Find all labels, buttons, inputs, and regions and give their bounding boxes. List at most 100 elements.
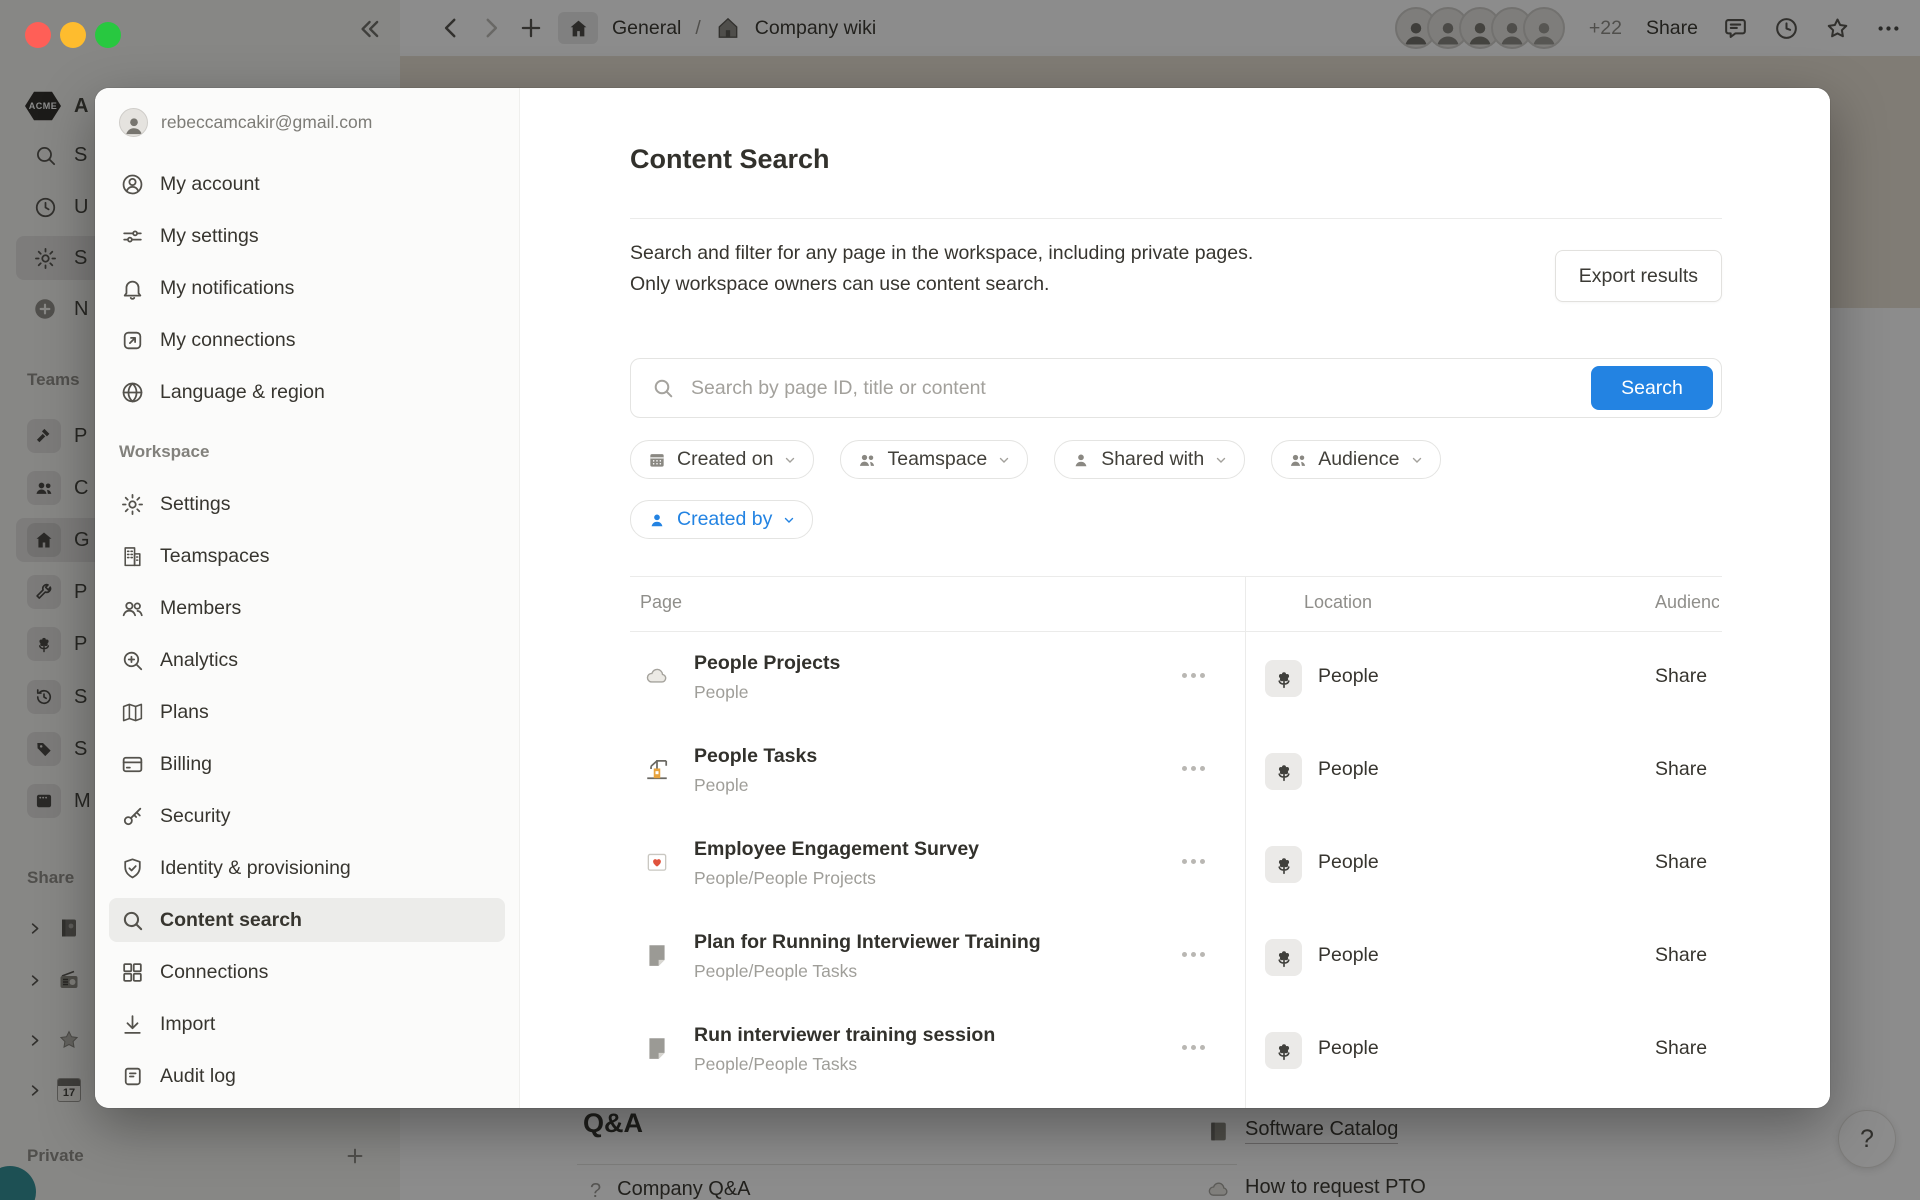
- teamspace-flower-icon: [1265, 753, 1302, 790]
- close-window-button[interactable]: [25, 22, 51, 48]
- table-header: Page Location Audience: [630, 576, 1722, 632]
- content-search-panel: Content Search Search and filter for any…: [520, 88, 1830, 1108]
- account-email-row: rebeccamcakir@gmail.com: [119, 106, 503, 138]
- scroll-icon: [119, 1063, 145, 1089]
- menu-item-my-connections[interactable]: My connections: [109, 318, 505, 362]
- key-icon: [119, 803, 145, 829]
- filter-teamspace[interactable]: Teamspace: [840, 440, 1028, 479]
- account-email: rebeccamcakir@gmail.com: [161, 112, 372, 133]
- row-audience: Share: [1655, 1037, 1707, 1060]
- export-results-button[interactable]: Export results: [1555, 250, 1722, 302]
- globe-icon: [119, 379, 145, 405]
- page-title: Content Search: [630, 144, 830, 175]
- construction-crane-icon: [644, 756, 670, 782]
- row-actions-icon[interactable]: [1182, 766, 1205, 771]
- search-icon: [119, 907, 145, 933]
- chevron-down-icon: [997, 453, 1011, 467]
- person-icon: [1071, 450, 1091, 470]
- divider: [630, 218, 1722, 219]
- row-audience: Share: [1655, 758, 1707, 781]
- table-row[interactable]: Employee Engagement Survey People/People…: [630, 818, 1722, 911]
- person-icon: [647, 510, 667, 530]
- row-actions-icon[interactable]: [1182, 859, 1205, 864]
- menu-item-my-settings[interactable]: My settings: [109, 214, 505, 258]
- menu-item-teamspaces[interactable]: Teamspaces: [109, 534, 505, 578]
- column-header-page: Page: [640, 592, 682, 613]
- row-audience: Share: [1655, 944, 1707, 967]
- row-audience: Share: [1655, 851, 1707, 874]
- cloud-page-icon: [644, 663, 670, 689]
- filter-created-by-active[interactable]: Created by: [630, 500, 813, 539]
- menu-item-my-notifications[interactable]: My notifications: [109, 266, 505, 310]
- menu-item-identity-provisioning[interactable]: Identity & provisioning: [109, 846, 505, 890]
- window-controls: [25, 22, 121, 48]
- chevron-down-icon: [783, 453, 797, 467]
- menu-item-connections[interactable]: Connections: [109, 950, 505, 994]
- row-actions-icon[interactable]: [1182, 673, 1205, 678]
- active-filter-row: Created by: [630, 500, 813, 539]
- menu-item-language-region[interactable]: Language & region: [109, 370, 505, 414]
- table-row[interactable]: People Projects People People Share: [630, 632, 1722, 725]
- shield-check-icon: [119, 855, 145, 881]
- account-menu: My account My settings My notifications …: [95, 162, 519, 414]
- table-row[interactable]: Plan for Running Interviewer Training Pe…: [630, 911, 1722, 1004]
- menu-item-import[interactable]: Import: [109, 1002, 505, 1046]
- menu-item-content-search[interactable]: Content search: [109, 898, 505, 942]
- menu-item-security[interactable]: Security: [109, 794, 505, 838]
- search-icon: [651, 376, 675, 400]
- workspace-section-header: Workspace: [119, 442, 495, 462]
- love-letter-icon: [644, 849, 670, 875]
- menu-item-analytics[interactable]: Analytics: [109, 638, 505, 682]
- teamspace-flower-icon: [1265, 1032, 1302, 1069]
- people-icon: [1288, 450, 1308, 470]
- page-description: Search and filter for any page in the wo…: [630, 238, 1253, 300]
- row-location: People: [1318, 851, 1379, 874]
- map-icon: [119, 699, 145, 725]
- chevron-down-icon: [782, 513, 796, 527]
- search-input[interactable]: [689, 376, 1591, 401]
- credit-card-icon: [119, 751, 145, 777]
- zoom-window-button[interactable]: [95, 22, 121, 48]
- menu-item-members[interactable]: Members: [109, 586, 505, 630]
- table-row[interactable]: People Tasks People People Share: [630, 725, 1722, 818]
- arrow-up-right-square-icon: [119, 327, 145, 353]
- row-location: People: [1318, 944, 1379, 967]
- teamspace-flower-icon: [1265, 660, 1302, 697]
- row-location: People: [1318, 1037, 1379, 1060]
- content-search-bar: Search: [630, 358, 1722, 418]
- filter-created-on[interactable]: Created on: [630, 440, 814, 479]
- building-icon: [119, 543, 145, 569]
- members-icon: [119, 595, 145, 621]
- table-row[interactable]: Run interviewer training session People/…: [630, 1004, 1722, 1097]
- teamspace-flower-icon: [1265, 846, 1302, 883]
- minimize-window-button[interactable]: [60, 22, 86, 48]
- settings-modal: rebeccamcakir@gmail.com My account My se…: [95, 88, 1830, 1108]
- page-icon: [644, 942, 670, 968]
- filter-shared-with[interactable]: Shared with: [1054, 440, 1245, 479]
- menu-item-audit-log[interactable]: Audit log: [109, 1054, 505, 1098]
- person-circle-icon: [119, 171, 145, 197]
- row-audience: Share: [1655, 665, 1707, 688]
- menu-item-plans[interactable]: Plans: [109, 690, 505, 734]
- teamspace-flower-icon: [1265, 939, 1302, 976]
- app-window: ACME A S U S N Teams P C: [0, 0, 1920, 1200]
- filter-audience[interactable]: Audience: [1271, 440, 1440, 479]
- row-actions-icon[interactable]: [1182, 1045, 1205, 1050]
- search-plus-icon: [119, 647, 145, 673]
- people-icon: [857, 450, 877, 470]
- results-table: Page Location Audience People Projects P…: [630, 576, 1722, 1108]
- settings-sidebar: rebeccamcakir@gmail.com My account My se…: [95, 88, 520, 1108]
- filter-chips: Created on Teamspace Shared with Audienc…: [630, 440, 1441, 479]
- bell-icon: [119, 275, 145, 301]
- menu-item-billing[interactable]: Billing: [109, 742, 505, 786]
- menu-item-settings[interactable]: Settings: [109, 482, 505, 526]
- download-icon: [119, 1011, 145, 1037]
- user-avatar: [119, 108, 148, 137]
- menu-item-my-account[interactable]: My account: [109, 162, 505, 206]
- column-header-location: Location: [1304, 592, 1372, 613]
- column-header-audience: Audience: [1655, 592, 1719, 613]
- gear-icon: [119, 491, 145, 517]
- search-button[interactable]: Search: [1591, 366, 1713, 410]
- row-actions-icon[interactable]: [1182, 952, 1205, 957]
- grid-icon: [119, 959, 145, 985]
